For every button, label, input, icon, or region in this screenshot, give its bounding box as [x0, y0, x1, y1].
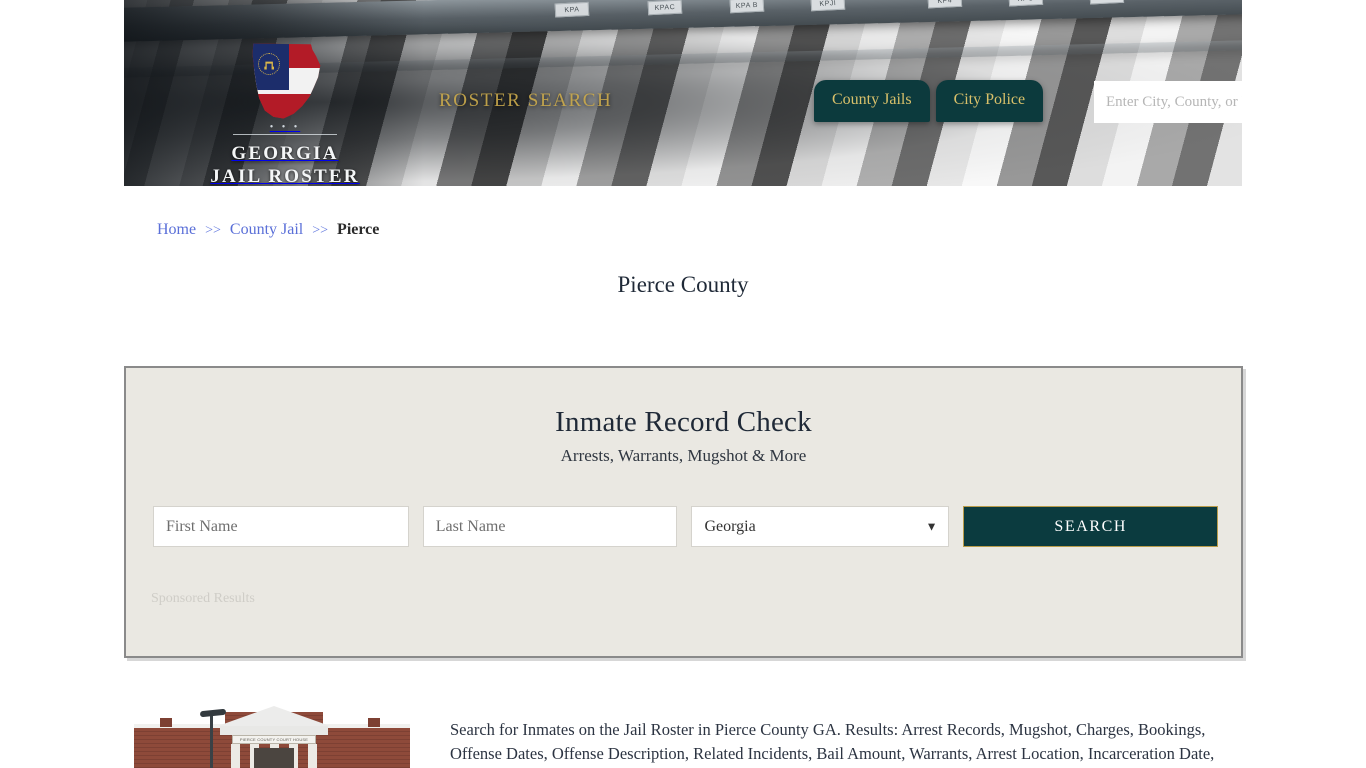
panel-subheading: Arrests, Warrants, Mugshot & More: [560, 446, 807, 465]
breadcrumb-separator: >>: [205, 223, 221, 238]
page-root: KPA KPAC KPA B KPJI KP4 KPO KD: [0, 0, 1366, 768]
header-search-input[interactable]: [1094, 81, 1242, 123]
logo-dots: • • •: [269, 122, 301, 133]
courthouse-chimney-left: [160, 718, 172, 727]
breadcrumb-separator: >>: [312, 223, 329, 238]
flag-canton: [252, 43, 290, 91]
courthouse-sign: PIERCE COUNTY COURT HOUSE: [232, 735, 316, 744]
logo-divider: [233, 134, 337, 135]
first-name-input[interactable]: [153, 506, 409, 547]
street-lamp-pole: [210, 714, 213, 768]
content-section: PIERCE COUNTY COURT HOUSE Search for Inm…: [124, 698, 1243, 768]
georgia-state-flag-icon: [252, 43, 321, 119]
nav-button-city-police[interactable]: City Police: [935, 80, 1044, 122]
logo-line-2: JAIL ROSTER: [210, 166, 360, 186]
logo-line-1: GEORGIA: [231, 143, 339, 164]
page-description: Search for Inmates on the Jail Roster in…: [450, 719, 1215, 768]
site-header: KPA KPAC KPA B KPJI KP4 KPO KD: [124, 0, 1242, 186]
header-search-form: [1094, 81, 1242, 123]
primary-nav: County Jails City Police: [814, 80, 1044, 122]
courthouse-chimney-right: [368, 718, 380, 727]
breadcrumb-current-pierce: Pierce: [337, 221, 380, 238]
page-title: Pierce County: [617, 272, 749, 297]
breadcrumb-link-county-jail[interactable]: County Jail: [230, 221, 303, 238]
sponsored-results-label: Sponsored Results: [151, 591, 255, 606]
pierce-county-courthouse-photo: PIERCE COUNTY COURT HOUSE: [124, 698, 424, 768]
courthouse-entablature: [220, 726, 328, 735]
header-tagline: ROSTER SEARCH: [439, 90, 613, 111]
nav-button-county-jails[interactable]: County Jails: [814, 80, 930, 122]
inmate-search-form: AlabamaAlaskaArizonaArkansasCaliforniaCo…: [153, 506, 1219, 547]
inmate-record-check-panel: Inmate Record Check Arrests, Warrants, M…: [124, 366, 1243, 658]
site-logo[interactable]: • • • GEORGIA JAIL ROSTER: [190, 42, 380, 186]
breadcrumb-link-home[interactable]: Home: [157, 221, 196, 238]
breadcrumb: Home >> County Jail >> Pierce: [157, 221, 379, 239]
state-select[interactable]: AlabamaAlaskaArizonaArkansasCaliforniaCo…: [691, 506, 950, 547]
state-seal-icon: [258, 53, 281, 76]
inmate-search-submit-button[interactable]: SEARCH: [963, 506, 1219, 547]
panel-heading: Inmate Record Check: [555, 406, 812, 438]
courthouse-pediment: [218, 706, 330, 726]
state-select-wrapper: AlabamaAlaskaArizonaArkansasCaliforniaCo…: [691, 506, 950, 547]
courthouse-entrance: [254, 748, 294, 768]
last-name-input[interactable]: [422, 506, 678, 547]
